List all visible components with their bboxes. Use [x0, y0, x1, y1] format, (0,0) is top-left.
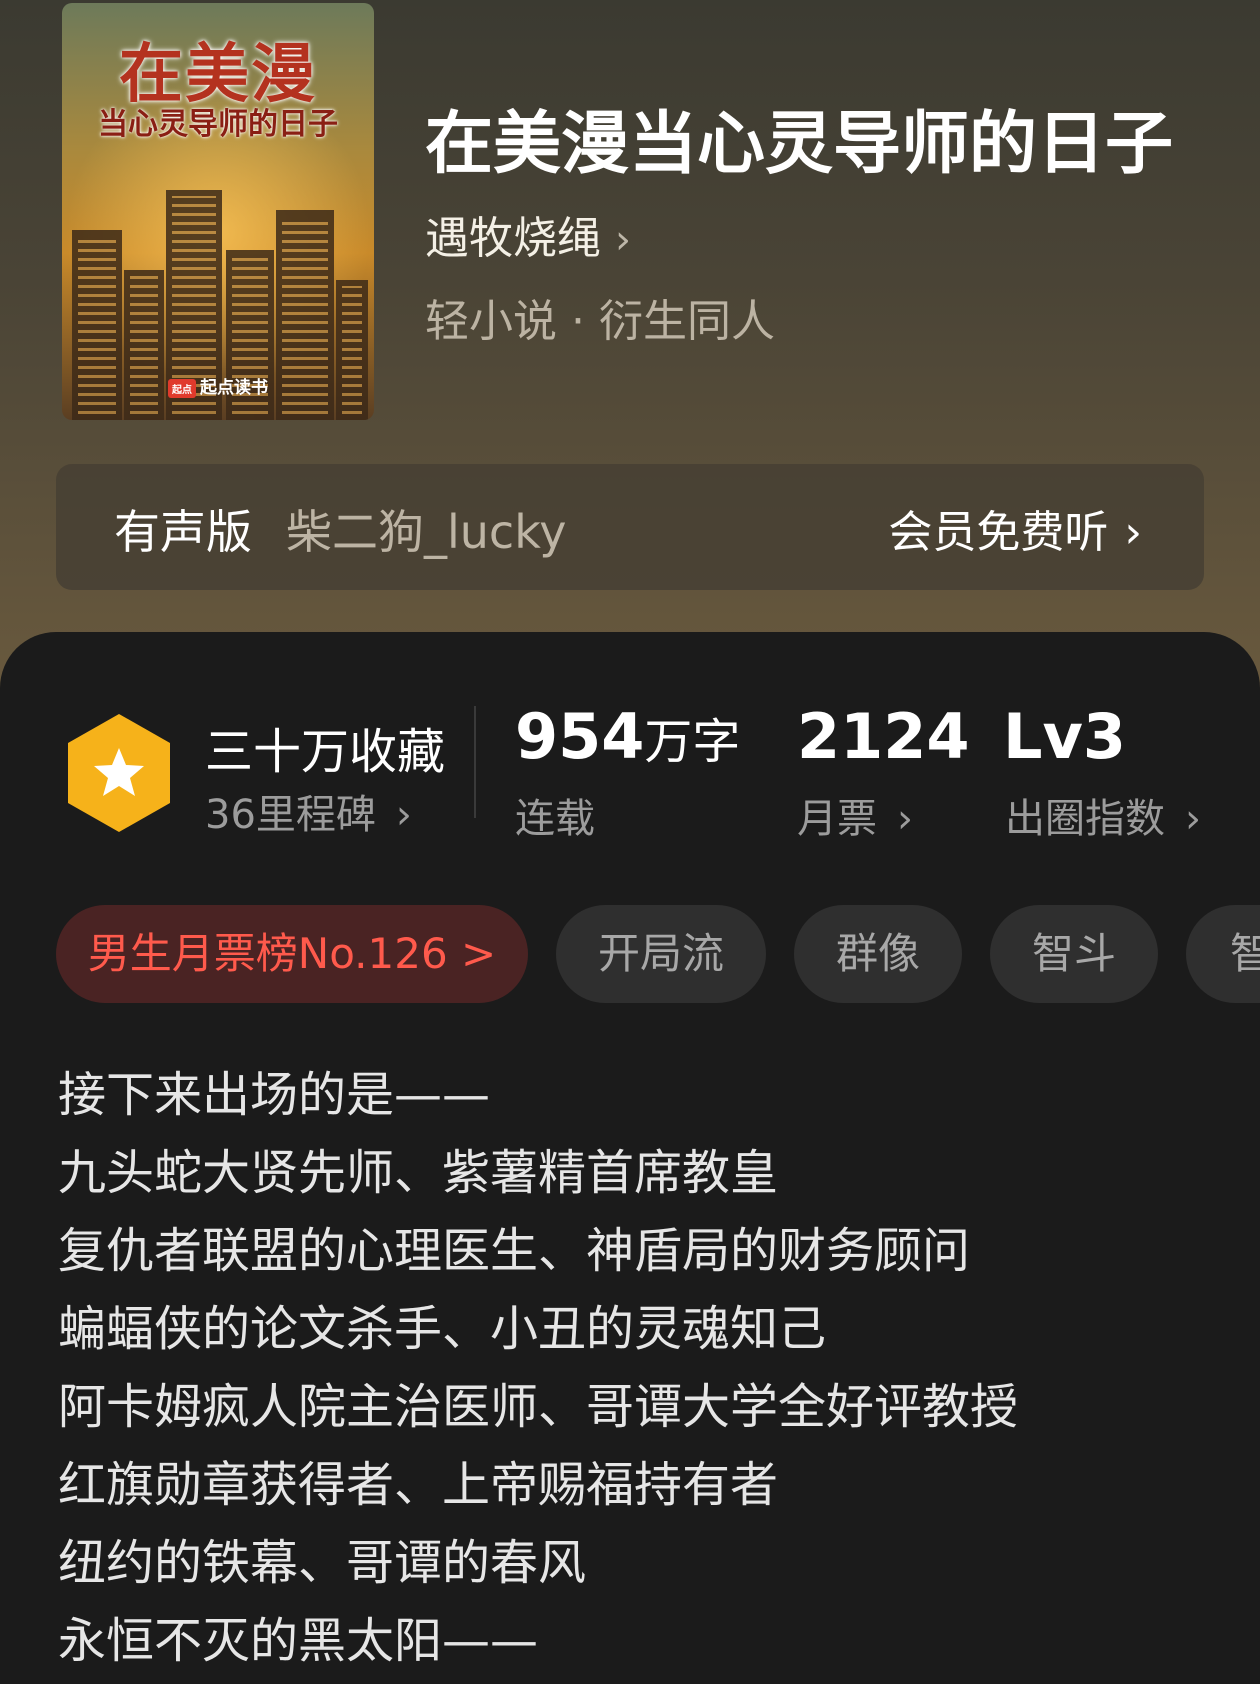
- blurb-line: 复仇者联盟的心理医生、神盾局的财务顾问: [58, 1223, 971, 1279]
- chevron-right-icon: ›: [1124, 507, 1142, 558]
- monthly-tickets-label: 月票: [797, 796, 877, 842]
- cover-building: [336, 280, 368, 420]
- blurb-line: 九头蛇大贤先师、紫薯精首席教皇: [58, 1145, 779, 1201]
- word-count-unit: 万字: [644, 714, 741, 770]
- audio-label: 有声版: [114, 505, 252, 559]
- cover-subtitle: 当心灵导师的日子: [98, 107, 338, 142]
- influence-index-link[interactable]: 出圈指数 ›: [1005, 786, 1201, 844]
- blurb-line: 接下来出场的是——: [58, 1067, 491, 1123]
- blurb-line: 红旗勋章获得者、上帝赐福持有者: [58, 1457, 779, 1513]
- chevron-right-icon: ›: [897, 796, 913, 842]
- influence-level: Lv3: [1003, 700, 1126, 773]
- chevron-right-icon: ›: [1185, 796, 1201, 842]
- blurb-line: 纽约的铁幕、哥谭的春风: [58, 1535, 587, 1591]
- blurb-line: 阿卡姆疯人院主治医师、哥谭大学全好评教授: [58, 1379, 1019, 1435]
- monthly-tickets-number: 2124: [797, 700, 970, 773]
- author-link[interactable]: 遇牧烧绳 ›: [425, 202, 631, 266]
- author-name: 遇牧烧绳: [425, 213, 601, 264]
- serial-status: 连载: [515, 796, 595, 842]
- audio-listen-button[interactable]: 会员免费听 ›: [888, 496, 1142, 560]
- cover-publisher: 起点 起点读书: [62, 373, 374, 398]
- book-title: 在美漫当心灵导师的日子: [425, 104, 1174, 184]
- word-count-number: 954: [515, 700, 645, 773]
- monthly-tickets-link[interactable]: 月票 ›: [797, 786, 913, 844]
- influence-level-number: Lv3: [1003, 700, 1127, 773]
- milestone-label: 36里程碑: [205, 792, 376, 838]
- collection-count: 三十万收藏: [205, 724, 446, 780]
- tag-item[interactable]: 群像: [794, 905, 962, 1003]
- star-hexagon-icon: [68, 714, 170, 832]
- audio-action-label: 会员免费听: [888, 507, 1109, 558]
- word-count: 954万字: [515, 700, 740, 773]
- audio-version-bar[interactable]: 有声版 柴二狗_lucky 会员免费听 ›: [56, 464, 1204, 590]
- influence-index-label: 出圈指数: [1005, 796, 1165, 842]
- audio-narrator: 柴二狗_lucky: [286, 505, 567, 559]
- book-genre: 轻小说 · 衍生同人: [425, 296, 775, 347]
- chevron-right-icon: ›: [615, 217, 631, 263]
- monthly-tickets: 2124: [797, 700, 970, 773]
- rank-tag[interactable]: 男生月票榜No.126 >: [56, 905, 528, 1003]
- book-blurb[interactable]: 接下来出场的是—— 九头蛇大贤先师、紫薯精首席教皇 复仇者联盟的心理医生、神盾局…: [58, 1056, 1218, 1680]
- stats-divider: [474, 706, 476, 818]
- publisher-name: 起点读书: [200, 378, 268, 398]
- tag-item[interactable]: 智斗: [990, 905, 1158, 1003]
- blurb-line: 蝙蝠侠的论文杀手、小丑的灵魂知己: [58, 1301, 827, 1357]
- chevron-right-icon: ›: [395, 792, 412, 838]
- milestone-link[interactable]: 36里程碑 ›: [205, 782, 412, 840]
- tag-item[interactable]: 开局流: [556, 905, 766, 1003]
- book-cover[interactable]: 在美漫 当心灵导师的日子 起点 起点读书: [62, 3, 374, 420]
- publisher-mark: 起点: [168, 378, 196, 398]
- blurb-line: 永恒不灭的黑太阳——: [58, 1613, 539, 1669]
